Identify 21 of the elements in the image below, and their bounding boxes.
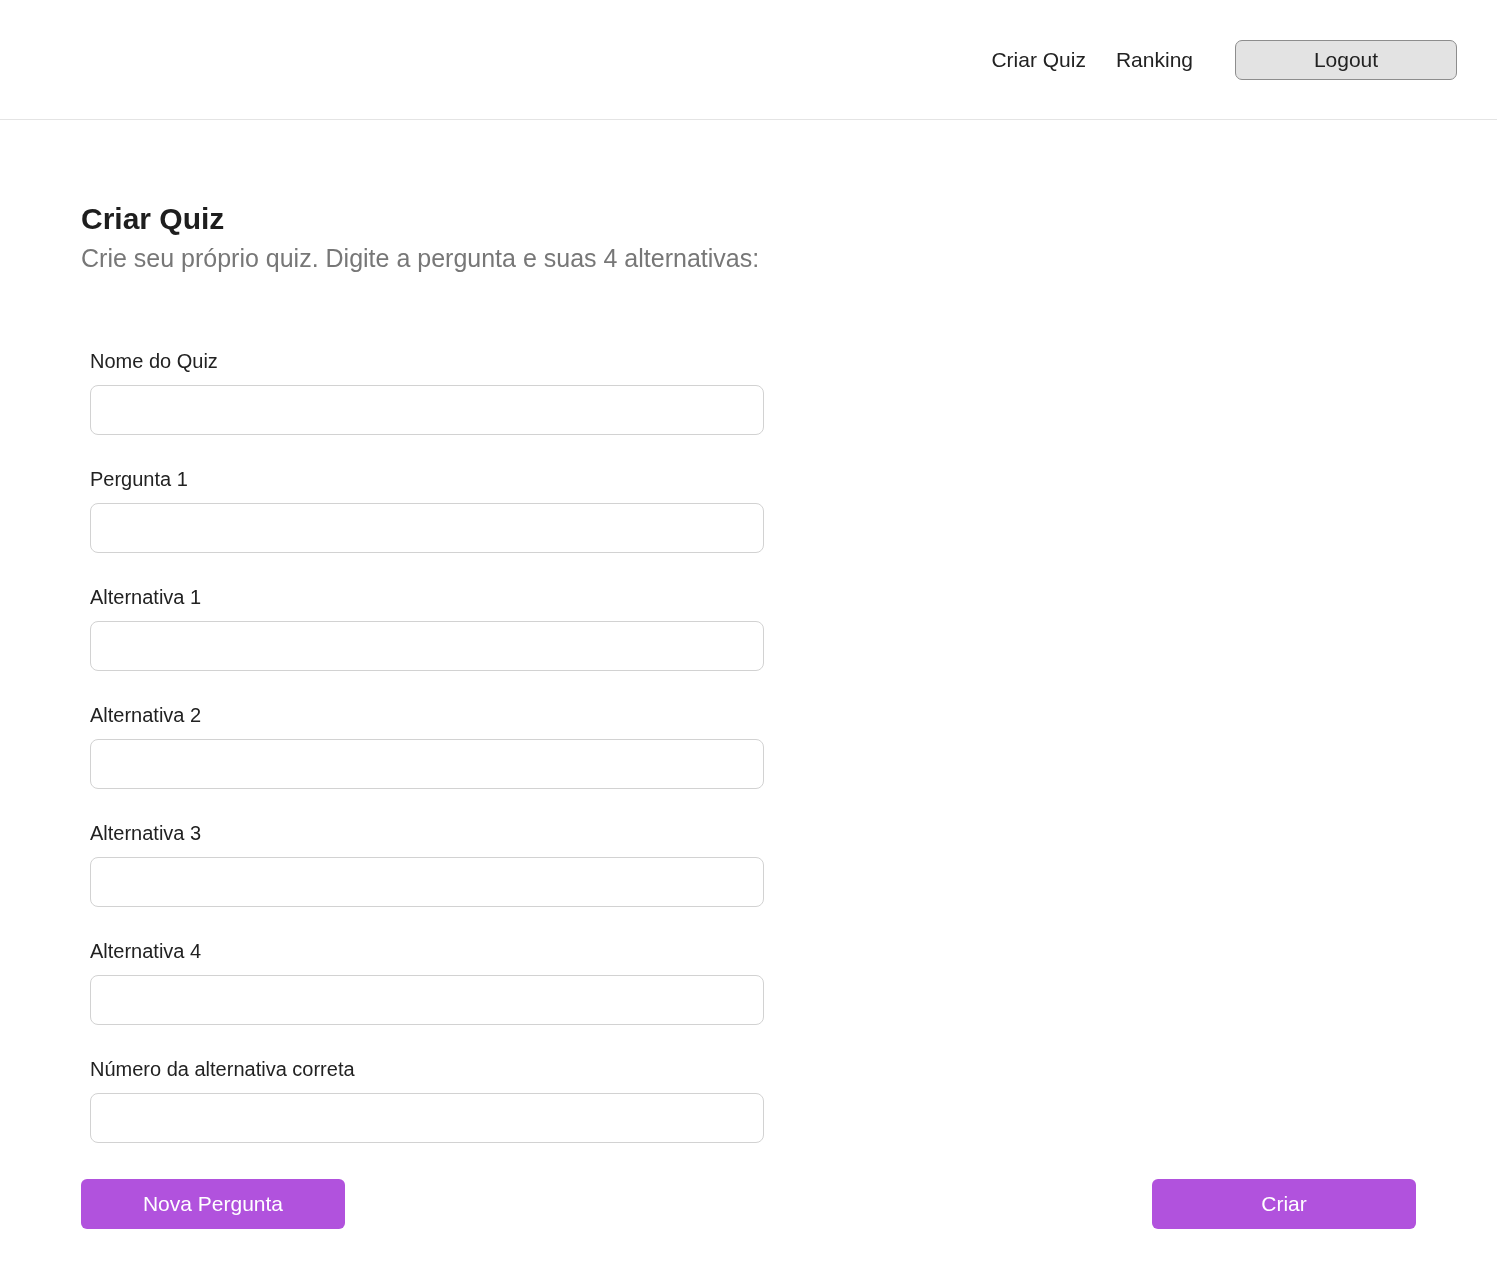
- input-field[interactable]: [90, 975, 764, 1025]
- field-label: Alternativa 4: [90, 939, 203, 963]
- page-subtitle: Crie seu próprio quiz. Digite a pergunta e suas 4 alternativas:: [81, 243, 761, 274]
- field-label: Alternativa 3: [90, 821, 203, 845]
- input-field[interactable]: [90, 1093, 764, 1143]
- input-field[interactable]: [90, 385, 764, 435]
- field-label: Número da alternativa correta: [90, 1057, 356, 1081]
- field-label: Alternativa 2: [90, 703, 203, 727]
- field-label: Pergunta 1: [90, 467, 189, 491]
- new-question-button[interactable]: Nova Pergunta: [81, 1179, 345, 1229]
- input-field[interactable]: [90, 857, 764, 907]
- create-button[interactable]: Criar: [1152, 1179, 1416, 1229]
- input-field[interactable]: [90, 621, 764, 671]
- input-field[interactable]: [90, 503, 764, 553]
- nav-link[interactable]: Ranking: [1115, 47, 1193, 72]
- nav-link[interactable]: Criar Quiz: [991, 47, 1086, 72]
- page-title: Criar Quiz: [81, 201, 226, 237]
- logout-button[interactable]: Logout: [1235, 39, 1457, 80]
- field-label: Alternativa 1: [90, 585, 203, 609]
- field-label: Nome do Quiz: [90, 349, 219, 373]
- input-field[interactable]: [90, 739, 764, 789]
